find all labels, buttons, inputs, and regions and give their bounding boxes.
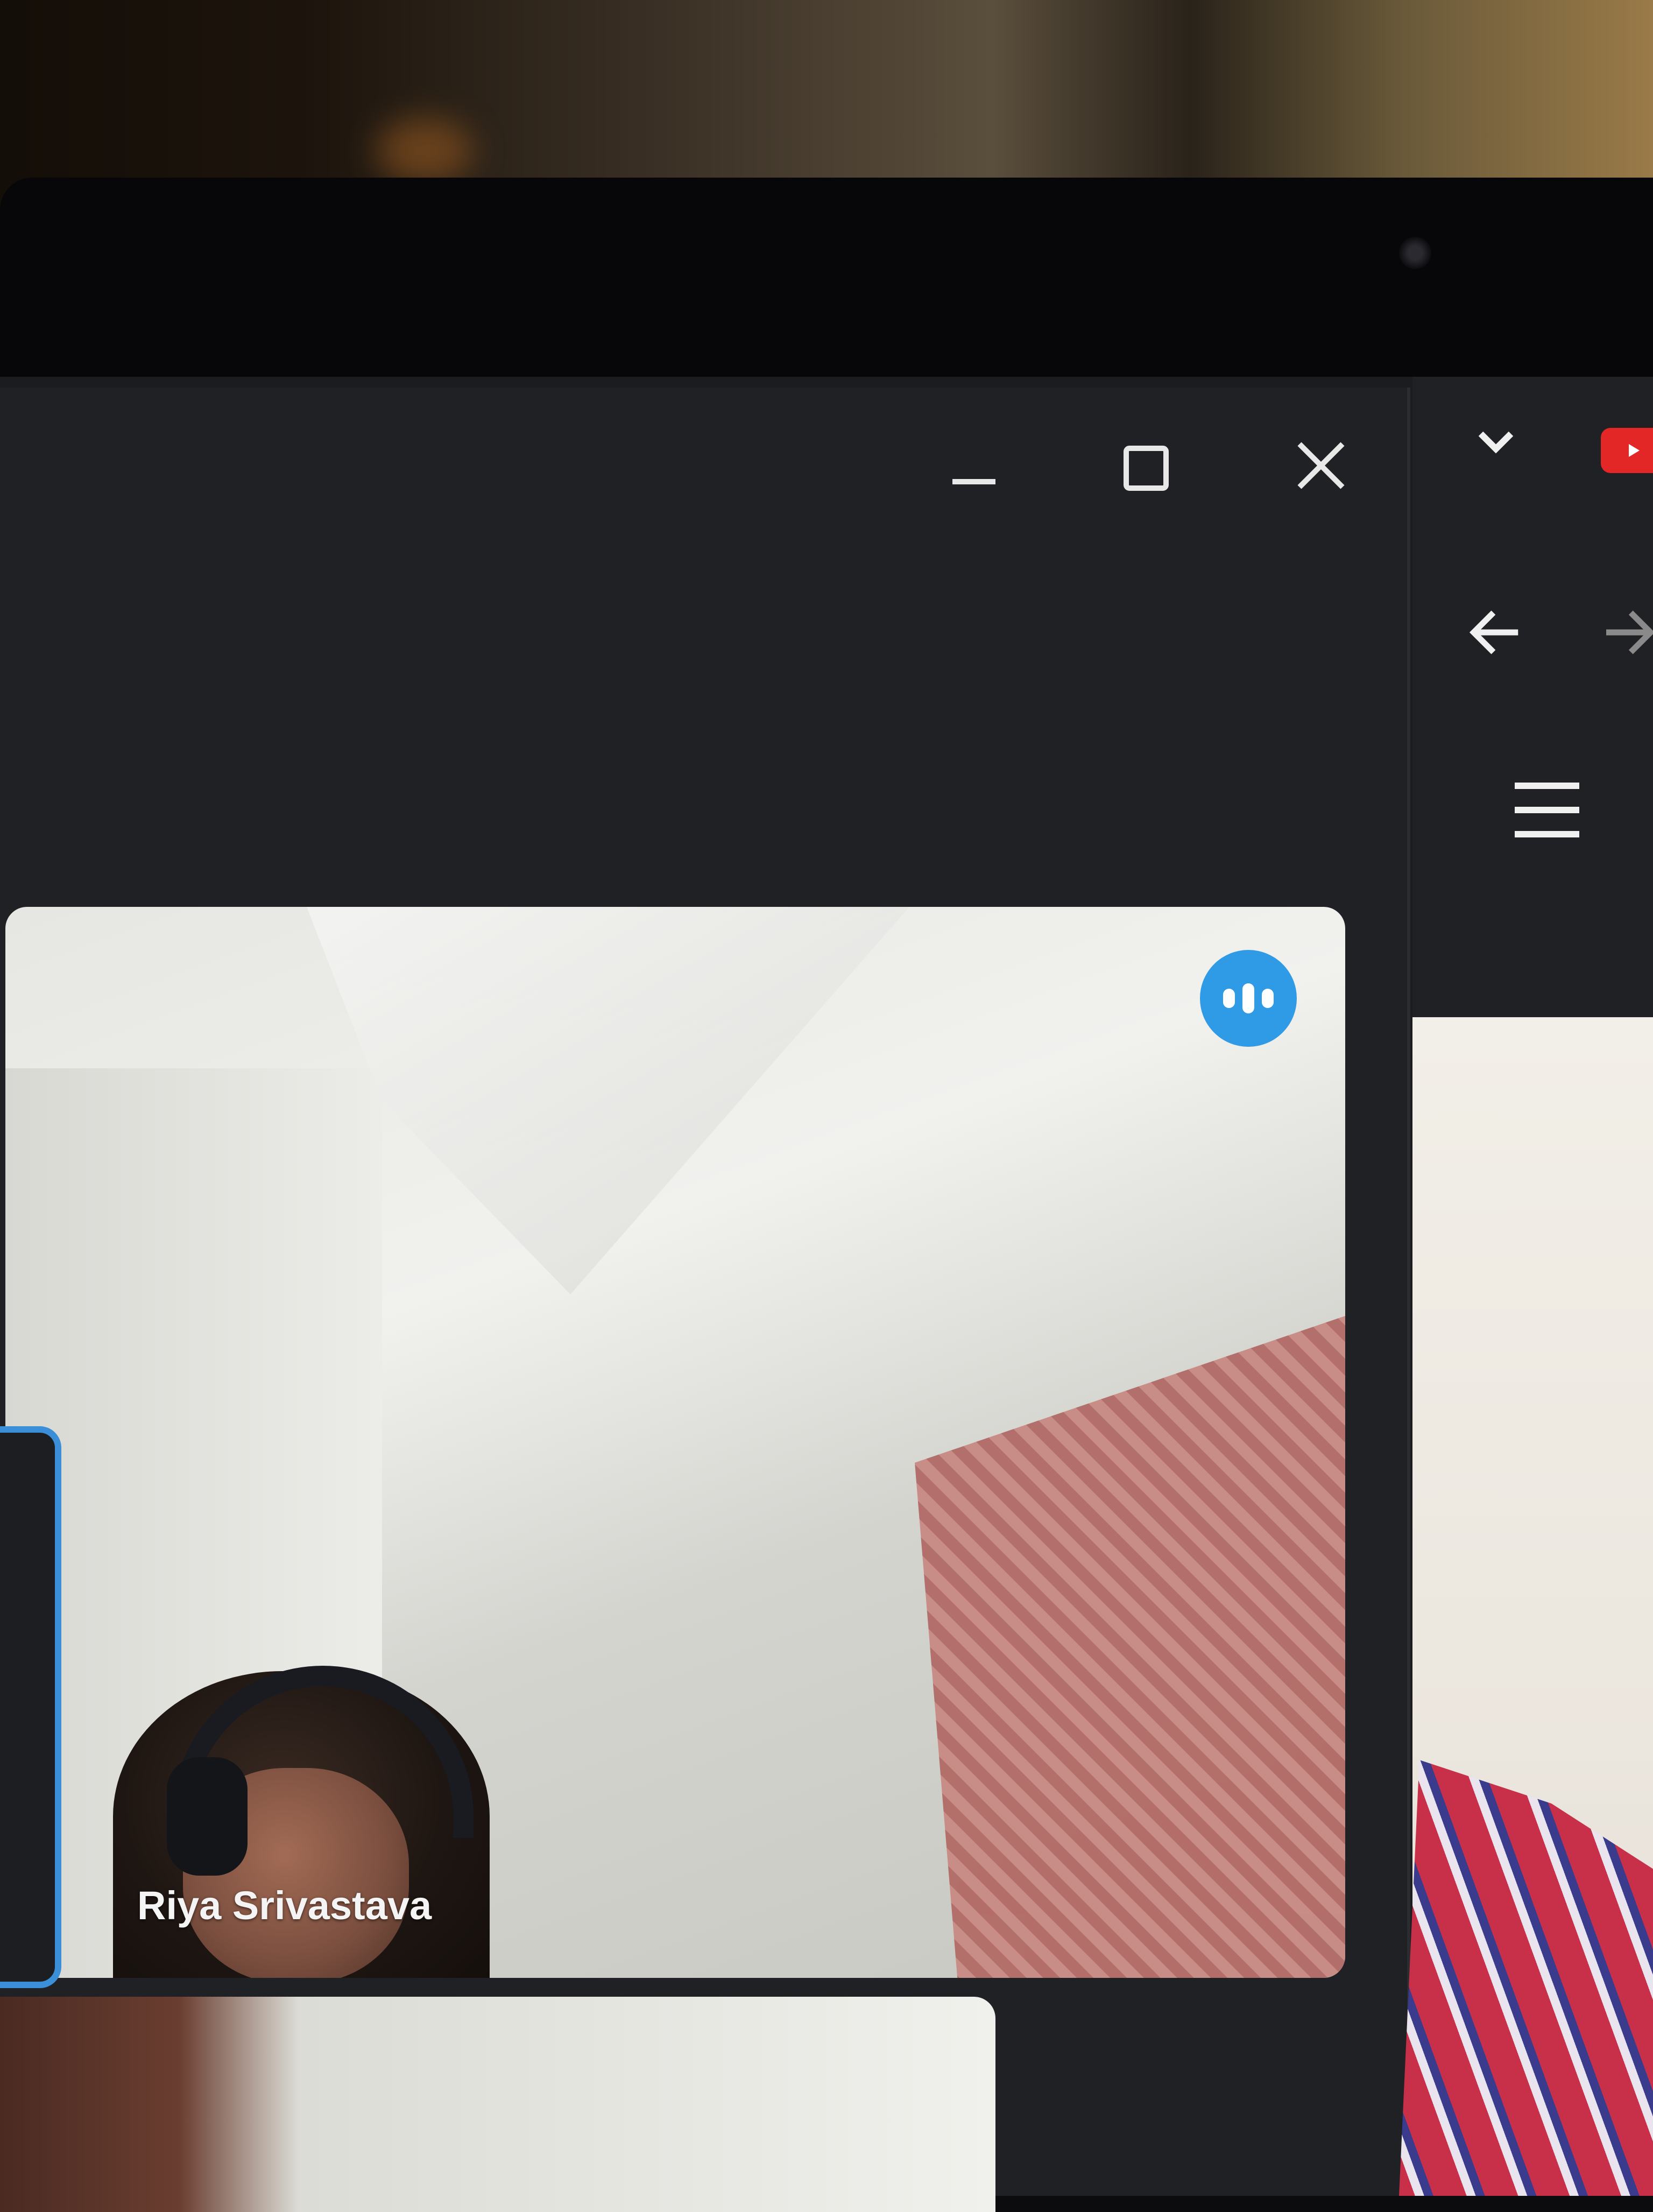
maximize-button[interactable] bbox=[1108, 431, 1184, 506]
participant-tile[interactable] bbox=[5, 907, 1345, 1978]
tab-search-button[interactable] bbox=[1474, 425, 1517, 460]
minimize-icon bbox=[952, 479, 995, 484]
background-object bbox=[377, 118, 474, 183]
youtube-tab[interactable] bbox=[1601, 428, 1653, 473]
minimize-button[interactable] bbox=[936, 436, 1012, 511]
participant-name: Riya Srivastava bbox=[137, 1883, 432, 1928]
headphone-ear-cup bbox=[167, 1757, 248, 1876]
maximize-icon bbox=[1124, 446, 1169, 491]
side-participant-tile[interactable] bbox=[0, 1426, 61, 1988]
webcam bbox=[1399, 237, 1431, 269]
forward-arrow-icon bbox=[1606, 610, 1653, 654]
youtube-icon bbox=[1629, 444, 1640, 457]
laptop-bezel bbox=[0, 178, 1653, 404]
forward-button[interactable] bbox=[1606, 603, 1653, 665]
bottom-participant-tile[interactable] bbox=[0, 1997, 995, 2212]
close-button[interactable] bbox=[1283, 428, 1359, 503]
speaking-indicator-icon bbox=[1200, 950, 1297, 1047]
hamburger-menu-icon bbox=[1515, 783, 1579, 837]
video-curtain bbox=[915, 1316, 1345, 1978]
hamburger-menu-button[interactable] bbox=[1509, 778, 1585, 845]
back-arrow-icon bbox=[1469, 610, 1518, 654]
back-button[interactable] bbox=[1466, 603, 1525, 665]
tab-search-chevron-icon bbox=[1478, 431, 1514, 454]
close-icon bbox=[1297, 442, 1345, 489]
